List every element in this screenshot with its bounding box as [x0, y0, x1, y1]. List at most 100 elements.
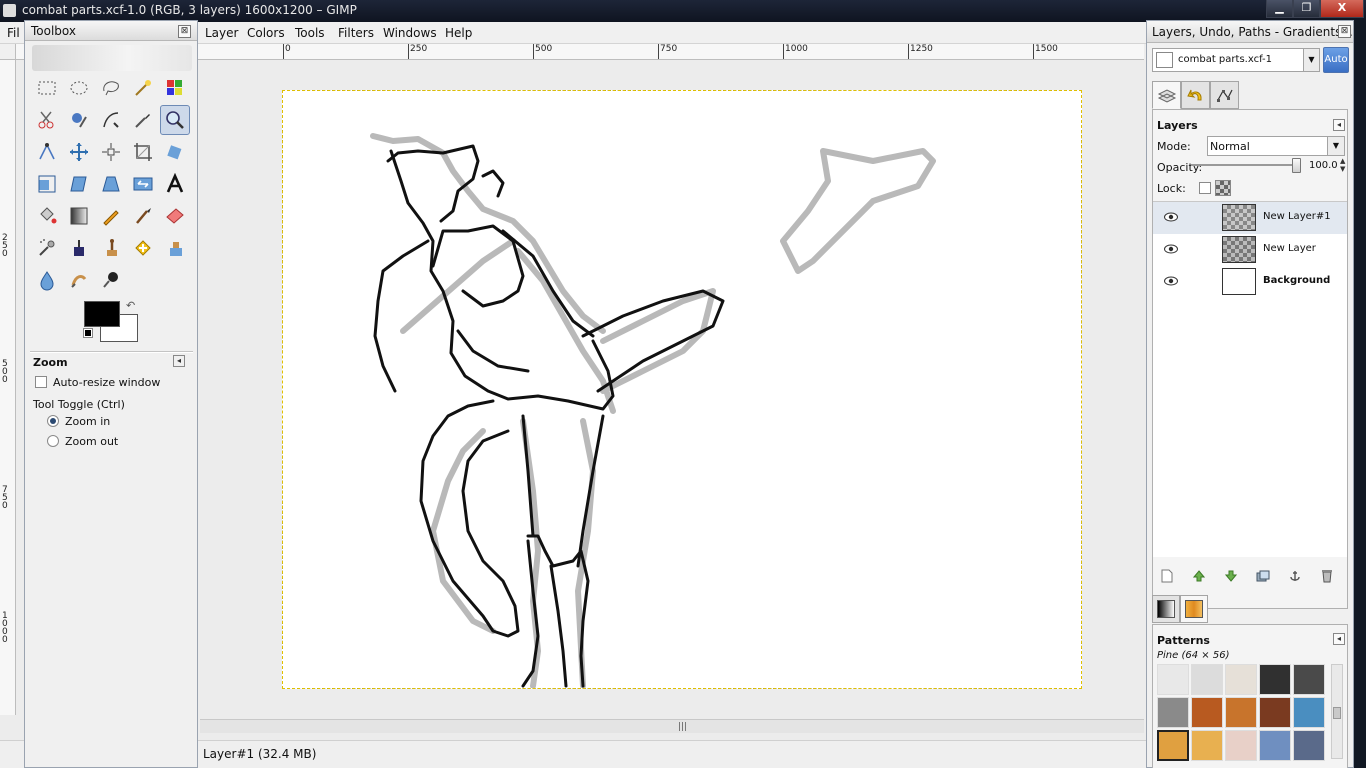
tool-measure[interactable] [32, 137, 62, 167]
tool-ink[interactable] [64, 233, 94, 263]
foreground-color-swatch[interactable] [84, 301, 120, 327]
tab-paths[interactable] [1210, 81, 1239, 109]
layers-menu-icon[interactable]: ◂ [1333, 119, 1345, 131]
minimize-button[interactable]: ▁ [1266, 0, 1293, 18]
tool-move[interactable] [64, 137, 94, 167]
pattern-swatch[interactable] [1225, 730, 1257, 761]
maximize-button[interactable]: ❐ [1293, 0, 1320, 18]
tool-text[interactable] [160, 169, 190, 199]
lower-layer-icon[interactable] [1223, 568, 1239, 584]
toolbox-close-icon[interactable]: ⊠ [178, 25, 191, 38]
opacity-value[interactable]: 100.0 [1309, 160, 1338, 171]
swap-colors-icon[interactable]: ↶ [126, 299, 135, 312]
menu-help[interactable]: Help [445, 26, 472, 40]
close-button[interactable]: X [1320, 0, 1364, 18]
tool-pencil[interactable] [96, 201, 126, 231]
horizontal-scrollbar[interactable]: ||| [200, 719, 1144, 733]
layer-row[interactable]: New Layer [1153, 234, 1347, 266]
tool-scale[interactable] [32, 169, 62, 199]
layer-row[interactable]: New Layer#1 [1153, 202, 1347, 234]
menu-windows[interactable]: Windows [383, 26, 437, 40]
tab-patterns[interactable] [1180, 595, 1208, 623]
image-canvas[interactable] [282, 90, 1082, 689]
pattern-swatch[interactable] [1225, 664, 1257, 695]
scroll-grip-icon[interactable]: ||| [678, 722, 687, 732]
menu-file[interactable]: Fil [7, 26, 20, 40]
tool-free-select[interactable] [96, 73, 126, 103]
tool-eraser[interactable] [160, 201, 190, 231]
scroll-thumb[interactable] [1333, 707, 1341, 719]
auto-button[interactable]: Auto [1323, 47, 1349, 73]
tool-perspective[interactable] [96, 169, 126, 199]
pattern-swatch[interactable] [1191, 664, 1223, 695]
eye-icon[interactable] [1164, 244, 1178, 254]
lock-alpha-icon[interactable] [1215, 180, 1231, 196]
tool-paths[interactable] [96, 105, 126, 135]
tool-flip[interactable] [128, 169, 158, 199]
pattern-swatch[interactable] [1225, 697, 1257, 728]
tool-blur[interactable] [32, 265, 62, 295]
tool-heal[interactable] [128, 233, 158, 263]
tool-paintbrush[interactable] [128, 201, 158, 231]
raise-layer-icon[interactable] [1191, 568, 1207, 584]
auto-resize-checkbox[interactable] [35, 376, 47, 388]
wilber-drop-area[interactable] [32, 45, 192, 71]
pattern-swatch[interactable] [1157, 664, 1189, 695]
pattern-swatch[interactable] [1191, 730, 1223, 761]
patterns-scrollbar[interactable] [1331, 664, 1343, 759]
ruler-corner-button[interactable] [0, 44, 16, 60]
menu-layer[interactable]: Layer [205, 26, 238, 40]
eye-icon[interactable] [1164, 276, 1178, 286]
anchor-layer-icon[interactable] [1287, 568, 1303, 584]
tool-align[interactable] [96, 137, 126, 167]
tool-rect-select[interactable] [32, 73, 62, 103]
new-layer-icon[interactable] [1159, 568, 1175, 584]
pattern-swatch[interactable] [1293, 730, 1325, 761]
tab-gradients[interactable] [1152, 595, 1180, 623]
tool-color-picker[interactable] [128, 105, 158, 135]
pattern-swatch[interactable] [1191, 697, 1223, 728]
pattern-swatch[interactable] [1293, 664, 1325, 695]
tool-perspective-clone[interactable] [160, 233, 190, 263]
menu-tools[interactable]: Tools [295, 26, 325, 40]
zoom-in-radio[interactable] [47, 415, 59, 427]
pattern-swatch[interactable] [1157, 697, 1189, 728]
pattern-swatch[interactable] [1157, 730, 1189, 761]
tab-layers[interactable] [1152, 81, 1181, 109]
vertical-ruler[interactable]: 2 5 0 5 0 0 7 5 0 1 0 0 0 [0, 60, 16, 715]
pattern-swatch[interactable] [1293, 697, 1325, 728]
tool-airbrush[interactable] [32, 233, 62, 263]
tool-crop[interactable] [128, 137, 158, 167]
chevron-down-icon[interactable]: ▼ [1327, 137, 1344, 155]
duplicate-layer-icon[interactable] [1255, 568, 1271, 584]
lock-pixels-checkbox[interactable] [1199, 182, 1211, 194]
opacity-slider-track[interactable] [1191, 164, 1297, 166]
tool-options-menu-icon[interactable]: ◂ [173, 355, 185, 367]
default-colors-icon[interactable] [83, 328, 93, 338]
pattern-swatch[interactable] [1259, 697, 1291, 728]
tool-rotate[interactable] [160, 137, 190, 167]
tool-smudge[interactable] [64, 265, 94, 295]
tool-shear[interactable] [64, 169, 94, 199]
tool-ellipse-select[interactable] [64, 73, 94, 103]
delete-layer-icon[interactable] [1319, 568, 1335, 584]
tool-fuzzy-select[interactable] [128, 73, 158, 103]
tool-dodge-burn[interactable] [96, 265, 126, 295]
patterns-menu-icon[interactable]: ◂ [1333, 633, 1345, 645]
tool-scissors[interactable] [32, 105, 62, 135]
opacity-spinner-icon[interactable]: ▲ ▼ [1340, 157, 1348, 173]
chevron-down-icon[interactable]: ▼ [1303, 49, 1319, 71]
pattern-swatch[interactable] [1259, 664, 1291, 695]
menu-colors[interactable]: Colors [247, 26, 285, 40]
tool-foreground-select[interactable] [64, 105, 94, 135]
tool-blend[interactable] [64, 201, 94, 231]
tool-bucket-fill[interactable] [32, 201, 62, 231]
menu-filters[interactable]: Filters [338, 26, 374, 40]
pattern-swatch[interactable] [1259, 730, 1291, 761]
zoom-out-radio[interactable] [47, 435, 59, 447]
opacity-slider-handle[interactable] [1292, 158, 1301, 173]
image-selector[interactable]: combat parts.xcf-1 ▼ [1152, 48, 1320, 72]
tab-undo[interactable] [1181, 81, 1210, 109]
eye-icon[interactable] [1164, 212, 1178, 222]
dock-close-icon[interactable]: ⊠ [1338, 25, 1351, 38]
